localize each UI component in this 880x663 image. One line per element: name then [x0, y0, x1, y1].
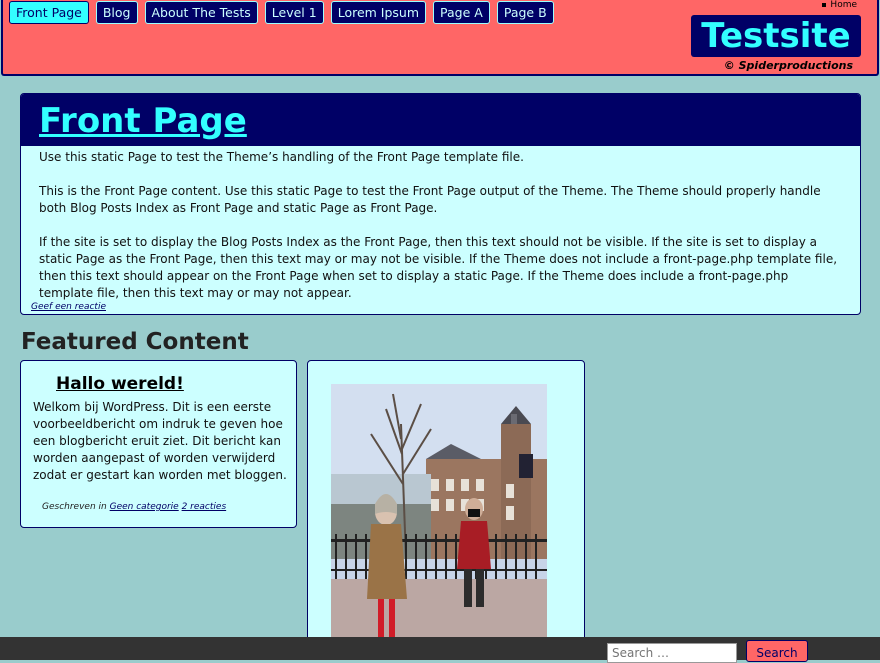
- article-paragraph: This is the Front Page content. Use this…: [39, 184, 821, 215]
- bullet-icon: [822, 2, 827, 7]
- nav-item-lorem-ipsum[interactable]: Lorem Ipsum: [330, 1, 427, 24]
- nav-item-page-a[interactable]: Page A: [433, 1, 490, 24]
- page-title[interactable]: Front Page: [39, 101, 247, 141]
- search-input[interactable]: [607, 643, 737, 663]
- article-paragraph: Use this static Page to test the Theme’s…: [39, 150, 524, 164]
- post-excerpt: Welkom bij WordPress. Dit is een eerste …: [33, 400, 287, 482]
- search-button[interactable]: Search: [746, 640, 808, 662]
- article-header: Front Page: [21, 94, 860, 146]
- comments-link[interactable]: 2 reacties: [182, 502, 227, 512]
- site-title[interactable]: Testsite: [691, 15, 861, 57]
- home-link[interactable]: Home: [830, 0, 857, 10]
- site-header: Front Page Blog About The Tests Level 1 …: [1, 0, 879, 76]
- category-link[interactable]: Geen categorie: [110, 502, 179, 512]
- top-links: Home: [822, 0, 857, 10]
- nav-item-blog[interactable]: Blog: [95, 1, 138, 24]
- nav-item-page-b[interactable]: Page B: [496, 1, 554, 24]
- nav-item-about-the-tests[interactable]: About The Tests: [144, 1, 258, 24]
- post-title[interactable]: Hallo wereld!: [56, 374, 184, 394]
- featured-post-card: Hallo wereld! Welkom bij WordPress. Dit …: [20, 360, 297, 528]
- main-nav: Front Page Blog About The Tests Level 1 …: [9, 1, 554, 24]
- article-content: Use this static Page to test the Theme’s…: [21, 146, 860, 302]
- featured-photo[interactable]: [331, 384, 547, 644]
- post-meta: Geschreven in Geen categorie 2 reacties: [42, 502, 226, 512]
- comment-link[interactable]: Geef een reactie: [31, 302, 106, 312]
- post-meta-prefix: Geschreven in: [42, 502, 107, 512]
- footer: Search: [0, 637, 880, 663]
- site-tagline: © Spiderproductions: [723, 59, 853, 72]
- featured-image-card: [307, 360, 585, 660]
- nav-item-front-page[interactable]: Front Page: [9, 1, 89, 24]
- nav-item-level-1[interactable]: Level 1: [264, 1, 324, 24]
- front-page-article: Front Page Use this static Page to test …: [20, 93, 861, 315]
- article-paragraph: If the site is set to display the Blog P…: [39, 235, 838, 300]
- featured-heading: Featured Content: [21, 329, 249, 355]
